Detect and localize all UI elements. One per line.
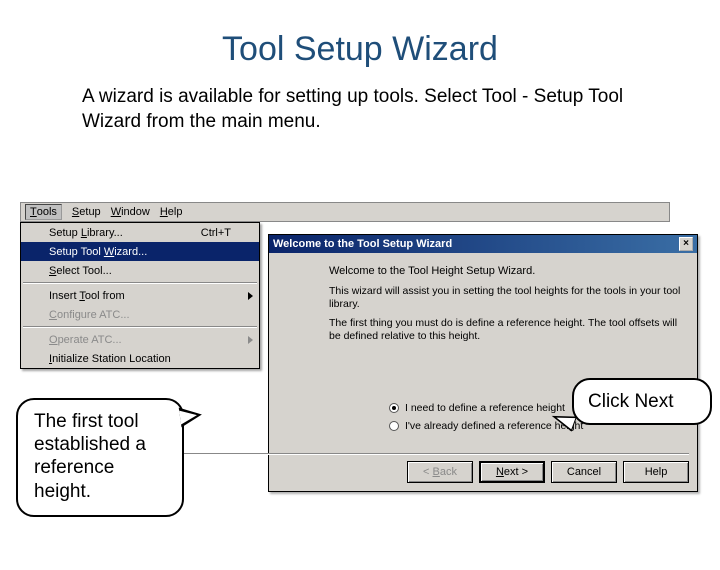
close-icon[interactable]: × [679, 237, 693, 251]
menu-separator [23, 326, 257, 328]
menu-setup-library[interactable]: Setup Library... Ctrl+T [21, 223, 259, 242]
help-button[interactable]: Help [623, 461, 689, 483]
wizard-text-1: This wizard will assist you in setting t… [329, 285, 689, 311]
radio-need-label: I need to define a reference height [405, 402, 565, 414]
cancel-button[interactable]: Cancel [551, 461, 617, 483]
tools-dropdown: Setup Library... Ctrl+T Setup Tool Wizar… [20, 222, 260, 369]
callout-click-next: Click Next [572, 378, 712, 425]
back-button: < Back [407, 461, 473, 483]
accel-setup-library: Ctrl+T [201, 227, 231, 239]
wizard-titlebar: Welcome to the Tool Setup Wizard × [269, 235, 697, 253]
menu-setup[interactable]: Setup [72, 206, 101, 218]
menu-configure-atc: Configure ATC... [21, 305, 259, 324]
radio-icon [389, 403, 399, 413]
menu-window[interactable]: Window [111, 206, 150, 218]
menu-insert-tool-from[interactable]: Insert Tool from [21, 286, 259, 305]
wizard-title: Welcome to the Tool Setup Wizard [273, 238, 452, 250]
submenu-arrow-icon [248, 336, 253, 344]
wizard-text-2: The first thing you must do is define a … [329, 317, 689, 343]
radio-icon [389, 421, 399, 431]
menu-initialize-station[interactable]: Initialize Station Location [21, 349, 259, 368]
menu-tools[interactable]: Tools [25, 204, 62, 220]
menu-setup-tool-wizard[interactable]: Setup Tool Wizard... [21, 242, 259, 261]
menu-separator [23, 282, 257, 284]
wizard-button-row: < Back Next > Cancel Help [407, 461, 689, 483]
menu-select-tool[interactable]: Select Tool... [21, 261, 259, 280]
menu-help[interactable]: Help [160, 206, 183, 218]
wizard-intro: Welcome to the Tool Height Setup Wizard. [329, 265, 689, 279]
menubar: Tools Setup Window Help [20, 202, 670, 222]
slide-title: Tool Setup Wizard [0, 30, 720, 69]
slide-description: A wizard is available for setting up too… [82, 85, 642, 134]
next-button[interactable]: Next > [479, 461, 545, 483]
menu-operate-atc: Operate ATC... [21, 330, 259, 349]
screenshot-stage: Tools Setup Window Help Setup Library...… [20, 202, 700, 502]
callout-tail-icon [179, 405, 204, 428]
wizard-window: Welcome to the Tool Setup Wizard × Welco… [268, 234, 698, 492]
submenu-arrow-icon [248, 292, 253, 300]
wizard-body: Welcome to the Tool Height Setup Wizard.… [329, 259, 689, 349]
callout-reference-height: The first tool established a reference h… [16, 398, 184, 517]
